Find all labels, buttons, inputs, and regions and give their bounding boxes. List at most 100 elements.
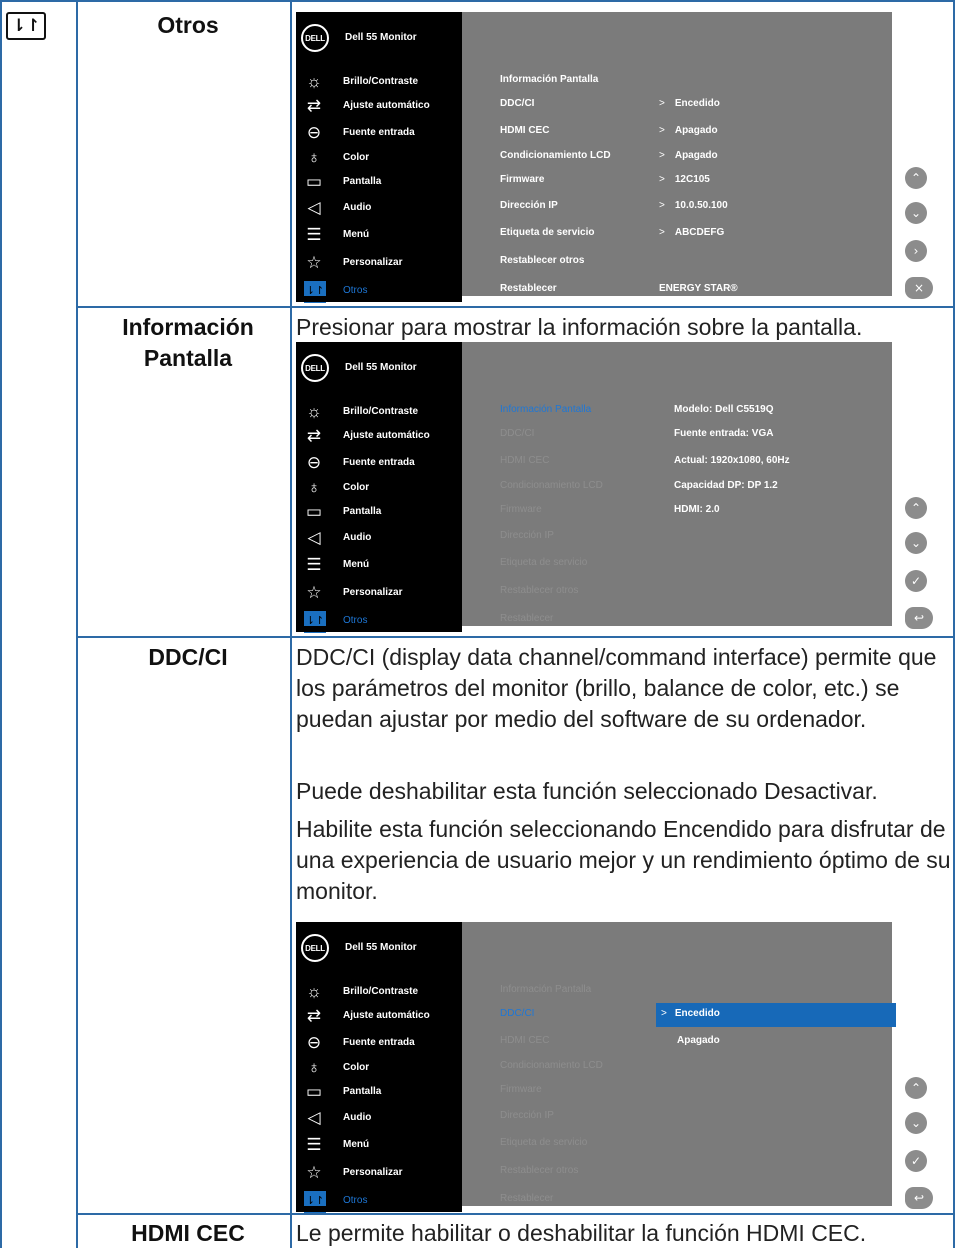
osd-menu-item[interactable]: ☰ Menú <box>296 1132 462 1158</box>
osd-menu-item[interactable]: ☼ Brillo/Contraste <box>296 399 462 425</box>
chevron-right-icon: > <box>661 1008 667 1019</box>
others-icon: ⇂↾ <box>6 12 46 40</box>
back-icon[interactable]: ↩ <box>905 607 933 629</box>
osd-menu-item[interactable]: ⇄ Ajuste automático <box>296 423 462 449</box>
down-icon[interactable]: ⌄ <box>905 1112 927 1134</box>
osd-menu-item[interactable]: ♁ Color <box>296 475 462 501</box>
osd-submenu-item[interactable]: HDMI CEC <box>500 125 549 136</box>
down-icon[interactable]: ⌄ <box>905 532 927 554</box>
osd-submenu-item[interactable]: Restablecer <box>500 1193 553 1204</box>
osd-title: Dell 55 Monitor <box>345 362 417 373</box>
osd-menu-item-label: Audio <box>343 202 372 213</box>
osd-menu-item[interactable]: ☼ Brillo/Contraste <box>296 979 462 1005</box>
osd-submenu-item[interactable]: Restablecer otros <box>500 255 584 266</box>
row-label-informacion-pantalla: Información Pantalla <box>122 314 254 371</box>
dell-logo: DELL <box>301 354 329 382</box>
osd-submenu-item[interactable]: HDMI CEC <box>500 455 549 466</box>
osd-menu-item-label: Menú <box>343 559 370 570</box>
osd-menu-item[interactable]: ◁ Audio <box>296 195 462 221</box>
back-icon[interactable]: ↩ <box>905 1187 933 1209</box>
osd-menu-item[interactable]: ♁ Color <box>296 1055 462 1081</box>
osd-submenu-item[interactable]: Firmware <box>500 1084 542 1095</box>
osd-submenu-item[interactable]: Dirección IP <box>500 530 554 541</box>
osd-menu-item[interactable]: ⊖ Fuente entrada <box>296 1030 462 1056</box>
osd-submenu-item[interactable]: Restablecer otros <box>500 585 578 596</box>
osd-submenu-item[interactable]: Etiqueta de servicio <box>500 1137 587 1148</box>
osd-submenu-item[interactable]: Dirección IP <box>500 200 558 211</box>
osd-menu-item[interactable]: ♁ Color <box>296 145 462 171</box>
osd-submenu-item[interactable]: HDMI CEC <box>500 1035 549 1046</box>
osd-submenu-item[interactable]: DDC/CI <box>500 1008 534 1019</box>
osd-menu-item-label: Pantalla <box>343 176 382 187</box>
osd-menu-item-label: Menú <box>343 1139 370 1150</box>
osd-menu-item[interactable]: ☰ Menú <box>296 552 462 578</box>
energy-star-label: ENERGY STAR® <box>659 283 738 294</box>
osd-submenu-item[interactable]: Dirección IP <box>500 1110 554 1121</box>
close-icon[interactable]: × <box>905 277 933 299</box>
osd-menu-item[interactable]: ▭ Pantalla <box>296 169 462 195</box>
osd-menu-item-label: Brillo/Contraste <box>343 406 419 417</box>
right-icon[interactable]: › <box>905 240 927 262</box>
osd-menu-item[interactable]: ◁ Audio <box>296 1105 462 1131</box>
osd-submenu-item[interactable]: Restablecer <box>500 613 553 624</box>
check-icon[interactable]: ✓ <box>905 1150 927 1172</box>
osd-menu-item-label: Ajuste automático <box>343 100 430 111</box>
display-icon: ▭ <box>305 172 323 191</box>
check-icon[interactable]: ✓ <box>905 570 927 592</box>
osd-info-line: Modelo: Dell C5519Q <box>674 404 774 415</box>
osd-menu-item[interactable]: ▭ Pantalla <box>296 1079 462 1105</box>
osd-submenu-item[interactable]: Etiqueta de servicio <box>500 227 594 238</box>
osd-submenu-item[interactable]: Firmware <box>500 174 544 185</box>
up-icon[interactable]: ⌃ <box>905 167 927 189</box>
osd-menu-item-label: Fuente entrada <box>343 1037 415 1048</box>
osd-submenu-item[interactable]: Restablecer <box>500 283 557 294</box>
osd-submenu-item[interactable]: Información Pantalla <box>500 984 591 995</box>
osd-submenu-item[interactable]: Condicionamiento LCD <box>500 480 603 491</box>
osd-otros-screenshot: DELL Dell 55 Monitor ☼ Brillo/Contraste ⇄ Aju… <box>296 12 941 303</box>
osd-value: > Apagado <box>659 125 718 136</box>
osd-menu-item[interactable]: ⇄ Ajuste automático <box>296 93 462 119</box>
osd-menu-item[interactable]: ☰ Menú <box>296 222 462 248</box>
row-divider-3 <box>76 1213 955 1215</box>
osd-menu-item[interactable]: ◁ Audio <box>296 525 462 551</box>
down-icon[interactable]: ⌄ <box>905 202 927 224</box>
osd-menu-item-label: Audio <box>343 532 372 543</box>
osd-submenu-item[interactable]: Etiqueta de servicio <box>500 557 587 568</box>
osd-submenu-item[interactable]: Firmware <box>500 504 542 515</box>
osd-option[interactable]: > Encedido <box>661 1008 720 1019</box>
osd-submenu-item[interactable]: DDC/CI <box>500 428 534 439</box>
osd-menu-item[interactable]: ⊖ Fuente entrada <box>296 450 462 476</box>
sun-icon: ☼ <box>306 402 322 421</box>
osd-value: >12C105 <box>659 174 710 185</box>
osd-submenu-item[interactable]: Restablecer otros <box>500 1165 578 1176</box>
osd-menu-item[interactable]: ▭ Pantalla <box>296 499 462 525</box>
osd-menu-item-label: Otros <box>343 615 368 626</box>
osd-menu-bottom-bar <box>296 296 462 302</box>
osd-submenu-item[interactable]: Información Pantalla <box>500 74 598 85</box>
osd-menu-item[interactable]: ☼ Brillo/Contraste <box>296 69 462 95</box>
osd-submenu-item[interactable]: Condicionamiento LCD <box>500 1060 603 1071</box>
osd-option[interactable]: Apagado <box>677 1035 720 1046</box>
osd-menu-item[interactable]: ⊖ Fuente entrada <box>296 120 462 146</box>
osd-menu-item[interactable]: ☆ Personalizar <box>296 250 462 276</box>
sun-icon: ☼ <box>306 72 322 91</box>
chevron-right-icon: > <box>659 150 665 161</box>
osd-submenu-item[interactable]: Información Pantalla <box>500 404 591 415</box>
osd-menu-item-label: Fuente entrada <box>343 127 415 138</box>
display-icon: ▭ <box>305 502 323 521</box>
osd-menu-item-label: Otros <box>343 285 368 296</box>
up-icon[interactable]: ⌃ <box>905 1077 927 1099</box>
osd-menu-item-label: Audio <box>343 1112 372 1123</box>
osd-menu-item[interactable]: ☆ Personalizar <box>296 580 462 606</box>
osd-menu-item[interactable]: ⇄ Ajuste automático <box>296 1003 462 1029</box>
up-icon[interactable]: ⌃ <box>905 497 927 519</box>
osd-menu-item-label: Personalizar <box>343 257 403 268</box>
osd-menu-item[interactable]: ☆ Personalizar <box>296 1160 462 1186</box>
osd-info-line: Actual: 1920x1080, 60Hz <box>674 455 790 466</box>
osd-menu-item-label: Menú <box>343 229 370 240</box>
osd-submenu-item[interactable]: DDC/CI <box>500 98 534 109</box>
osd-submenu-item[interactable]: Condicionamiento LCD <box>500 150 611 161</box>
star-icon: ☆ <box>306 1163 322 1182</box>
osd-menu-panel: DELL Dell 55 Monitor ☼ Brillo/Contraste ⇄ Aju… <box>296 342 462 633</box>
osd-menu-panel: DELL Dell 55 Monitor ☼ Brillo/Contraste ⇄ Aju… <box>296 12 462 303</box>
